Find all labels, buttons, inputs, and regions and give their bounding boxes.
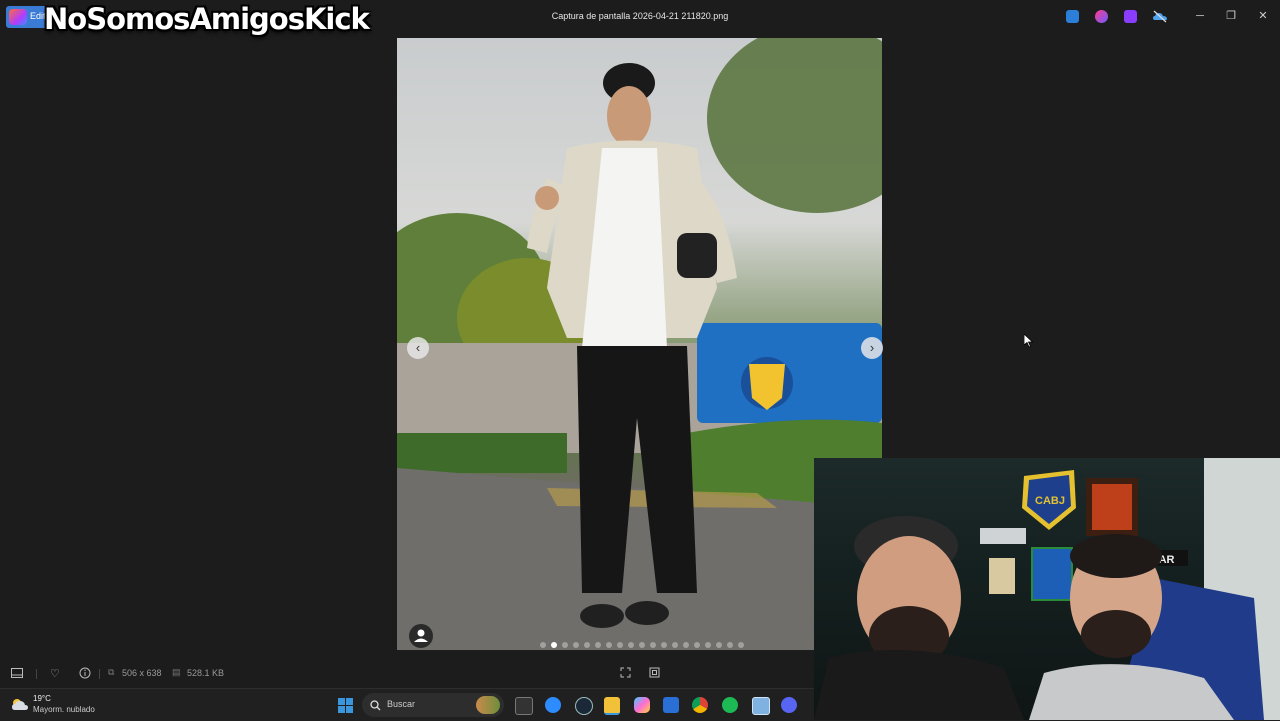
carousel-dot[interactable] xyxy=(617,642,623,648)
filmstrip-icon[interactable] xyxy=(11,667,23,681)
weather-temperature: 19°C xyxy=(33,694,51,703)
edit-image-icon[interactable] xyxy=(1066,10,1079,23)
webcam-illustration: CABJ ESDAR xyxy=(814,458,1280,720)
video-editor-icon[interactable] xyxy=(1124,10,1137,23)
previous-image-button[interactable]: ‹ xyxy=(407,337,429,359)
carousel-dot[interactable] xyxy=(716,642,722,648)
copilot-app-icon[interactable] xyxy=(634,697,650,713)
terminal-app-icon[interactable] xyxy=(515,697,533,715)
carousel-dot[interactable] xyxy=(727,642,733,648)
person-icon[interactable] xyxy=(409,624,433,648)
carousel-dot[interactable] xyxy=(584,642,590,648)
carousel-dot[interactable] xyxy=(628,642,634,648)
carousel-dot[interactable] xyxy=(595,642,601,648)
store-app-icon[interactable] xyxy=(663,697,679,713)
carousel-dot[interactable] xyxy=(639,642,645,648)
photos-taskbar-icon[interactable] xyxy=(752,697,770,715)
weather-cloud-icon[interactable] xyxy=(11,697,29,716)
carousel-dots xyxy=(540,642,744,648)
carousel-dot[interactable] xyxy=(562,642,568,648)
image-dimensions: 506 x 638 xyxy=(122,668,162,678)
spotify-app-icon[interactable] xyxy=(722,697,738,713)
steam-app-icon[interactable] xyxy=(575,697,593,715)
carousel-dot[interactable] xyxy=(551,642,557,648)
search-placeholder: Buscar xyxy=(387,699,416,709)
title-bar: Edit NoSomosAmigosKick Captura de pantal… xyxy=(0,0,1280,36)
cabj-crest-text: CABJ xyxy=(1035,495,1065,507)
restore-button[interactable]: ❐ xyxy=(1222,8,1240,24)
carousel-dot[interactable] xyxy=(672,642,678,648)
start-windows-icon[interactable] xyxy=(338,698,353,713)
discord-app-icon[interactable] xyxy=(781,697,797,713)
carousel-dot[interactable] xyxy=(573,642,579,648)
close-button[interactable]: ✕ xyxy=(1254,8,1272,24)
fit-to-window-icon[interactable] xyxy=(620,667,631,680)
divider xyxy=(36,669,37,679)
window-title: Captura de pantalla 2026-04-21 211820.pn… xyxy=(551,11,729,21)
carousel-dot[interactable] xyxy=(683,642,689,648)
displayed-photo xyxy=(397,38,882,650)
carousel-dot[interactable] xyxy=(540,642,546,648)
search-icon xyxy=(370,698,381,716)
clipchamp-icon[interactable] xyxy=(1095,10,1108,23)
file-explorer-icon[interactable] xyxy=(604,697,620,715)
divider xyxy=(99,669,100,679)
file-size: 528.1 KB xyxy=(187,668,225,678)
webcam-overlay: CABJ ESDAR xyxy=(814,458,1280,720)
carousel-dot[interactable] xyxy=(738,642,744,648)
mouse-cursor xyxy=(1023,333,1034,353)
actual-size-icon[interactable] xyxy=(649,667,660,680)
carousel-dot[interactable] xyxy=(661,642,667,648)
weather-description: Mayorm. nublado xyxy=(33,705,95,714)
carousel-dot[interactable] xyxy=(606,642,612,648)
dimensions-icon: ⧉ xyxy=(108,667,115,677)
carousel-dot[interactable] xyxy=(650,642,656,648)
info-icon[interactable] xyxy=(79,667,91,681)
photo-illustration xyxy=(397,38,882,650)
zoom-app-icon[interactable] xyxy=(545,697,561,713)
taskbar-search-box[interactable]: Buscar xyxy=(362,693,504,717)
minimize-button[interactable]: ─ xyxy=(1191,8,1209,24)
favorite-heart-icon[interactable]: ♡ xyxy=(50,667,60,680)
file-size-icon: ▤ xyxy=(172,667,181,677)
chrome-app-icon[interactable] xyxy=(692,697,708,713)
search-highlight-icon xyxy=(476,696,500,714)
onedrive-icon[interactable] xyxy=(1153,10,1167,23)
carousel-dot[interactable] xyxy=(694,642,700,648)
carousel-dot[interactable] xyxy=(705,642,711,648)
next-image-button[interactable]: › xyxy=(861,337,883,359)
